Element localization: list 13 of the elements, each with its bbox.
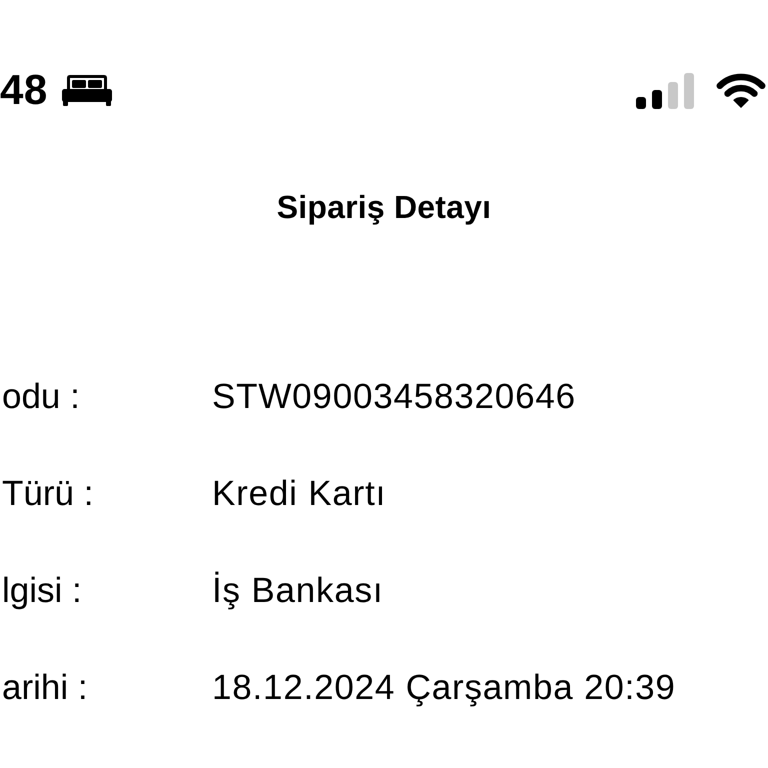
detail-label: lgisi : <box>2 570 82 610</box>
page-title: Sipariş Detayı <box>276 188 492 226</box>
status-time: 48 <box>0 69 48 111</box>
signal-icon <box>636 72 694 108</box>
detail-value: 18.12.2024 Çarşamba 20:39 <box>212 666 676 708</box>
detail-value: STW09003458320646 <box>212 376 576 418</box>
detail-label: arihi : <box>2 668 88 706</box>
bed-icon <box>62 74 112 106</box>
detail-label: Türü : <box>2 474 94 512</box>
detail-value: Kredi Kartı <box>212 472 386 514</box>
detail-label: odu : <box>2 376 80 416</box>
detail-value: İş Bankası <box>212 570 384 612</box>
wifi-icon <box>716 72 766 108</box>
